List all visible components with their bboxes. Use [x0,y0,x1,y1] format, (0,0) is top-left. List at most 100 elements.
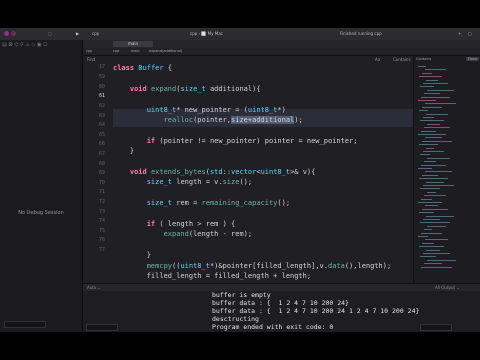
minimap-stroke [418,134,446,135]
code-token: extends_bytes [150,168,206,176]
minimap-stroke [418,66,426,67]
code-token: expand [163,230,189,239]
console-line: buffer data : { 1 2 4 7 10 200 24} [212,299,349,307]
minimap-stroke [420,154,430,156]
minimap-stroke [424,127,450,129]
minimap-stroke [424,93,440,95]
minimap-stroke [421,232,442,234]
code-token: size_t [146,178,173,187]
breadcrumb-item[interactable]: main [131,49,140,53]
code-token: ); [294,116,303,124]
code-token: filled_length = filled_length + length; [113,272,312,280]
variables-filter-field[interactable] [86,324,118,331]
code-token: } [113,147,135,156]
breadcrumb-item[interactable]: cpp [113,49,119,53]
minimap[interactable]: Contains Done [413,56,480,283]
code-line: void extends_bytes(std::vector<uint8_t>&… [113,168,316,177]
minimap-stroke [418,100,436,101]
scheme-selector[interactable]: cpp [92,31,99,36]
tab-main[interactable]: main [113,41,153,47]
variables-scope-selector[interactable]: Auto ⌄ [87,285,101,290]
code-token: void [129,168,151,176]
minimap-stroke [426,113,448,115]
code-token: Buffer [138,64,164,72]
inspector-toggle-icon[interactable]: ▢ [468,31,472,36]
match-case-toggle[interactable]: Aa [375,57,380,62]
minimap-stroke [424,195,446,197]
minimize-window-icon[interactable] [11,31,16,36]
minimap-stroke [419,246,444,248]
code-line: uint8_t* new_pointer = (uint8_t*) [113,106,286,115]
minimap-stroke [422,106,442,108]
minimap-stroke [420,120,444,122]
minimap-stroke [422,242,434,244]
code-token: (length - rem); [188,230,253,239]
code-token: *) [277,105,286,114]
output-filter-selector[interactable]: All Output ⌄ [435,285,460,290]
line-number: 68 [98,160,105,167]
minimap-stroke [418,236,428,237]
minimap-stroke [425,69,446,71]
code-line: memcpy((uint8_t*)&pointer[filled_length]… [113,262,391,271]
line-number: 77 [98,246,105,253]
code-token: (pointer, [193,116,232,124]
line-number: 66 [98,141,105,148]
run-destination[interactable]: cpp › ⬜ My Mac [190,31,223,36]
minimap-stroke [427,191,436,193]
breadcrumb-item[interactable]: expand(additional) [149,49,182,53]
code-line: expand(length - rem); [113,230,253,239]
breadcrumb-item[interactable]: cpp [86,49,92,53]
code-token: { [163,64,173,72]
xcode-window: ▢ ▶ cpp cpp › ⬜ My Mac Finished running … [0,28,480,332]
line-number: 73 [98,208,105,215]
navigator-icons: ▤ ⊠ ⌬ ⚲ ⚠ ◇ ▣ ⊡ [2,42,48,48]
run-icon[interactable]: ▶ [76,31,79,36]
code-line: size_t rem = remaining_capacity(); [113,199,290,208]
minimap-stroke [418,202,442,203]
minimap-stroke [424,263,442,265]
line-number: 17 [98,64,105,70]
line-number: 63 [98,112,105,119]
line-number: 59 [98,74,105,81]
find-bar: Find Aa Contains [83,56,413,63]
code-token: size_t [180,84,206,93]
code-token: class [113,64,139,72]
minimap-stroke [421,130,436,132]
code-line: if (pointer != new_pointer) pointer = ne… [113,137,358,146]
code-area[interactable]: class Buffer { void expand(size_t additi… [113,64,413,283]
find-field-label[interactable]: Find [87,57,95,62]
code-line: void expand(size_t additional){ [113,85,261,94]
minimap-header: Contains Done [414,56,480,63]
code-token: uint8_t [146,105,177,114]
minimap-stroke [421,198,432,200]
code-token: void [129,84,151,93]
minimap-stroke [422,72,432,74]
minimap-stroke [424,161,436,163]
code-token: additional){ [205,84,261,93]
minimap-stroke [420,188,440,190]
code-token: >& v){ [290,168,316,176]
code-token: vector [231,168,257,176]
sidebar-toggle-icon[interactable]: ▢ [48,31,52,36]
source-editor[interactable]: Find Aa Contains 17 59 60 61 62 63 64 65 66 67 68 6… [83,56,413,283]
minimap-stroke [420,222,450,224]
add-icon[interactable]: + [458,31,461,36]
close-window-icon[interactable] [4,31,9,36]
no-debug-session-label: No Debug Session [18,210,64,216]
minimap-stroke [423,117,434,118]
line-number: 62 [98,102,105,109]
done-button[interactable]: Done [466,57,480,61]
contains-selector[interactable]: Contains [393,57,411,62]
minimap-stroke [419,178,448,180]
code-token: (),length); [344,261,392,270]
code-token: data [327,261,345,270]
code-line: realloc(pointer,size+additional); [113,116,303,125]
navigator-filter-field[interactable] [4,321,46,328]
code-token: :: [222,168,232,176]
console-filter-field[interactable] [420,324,452,331]
minimap-stroke [419,76,442,78]
code-token: memcpy [146,261,173,270]
